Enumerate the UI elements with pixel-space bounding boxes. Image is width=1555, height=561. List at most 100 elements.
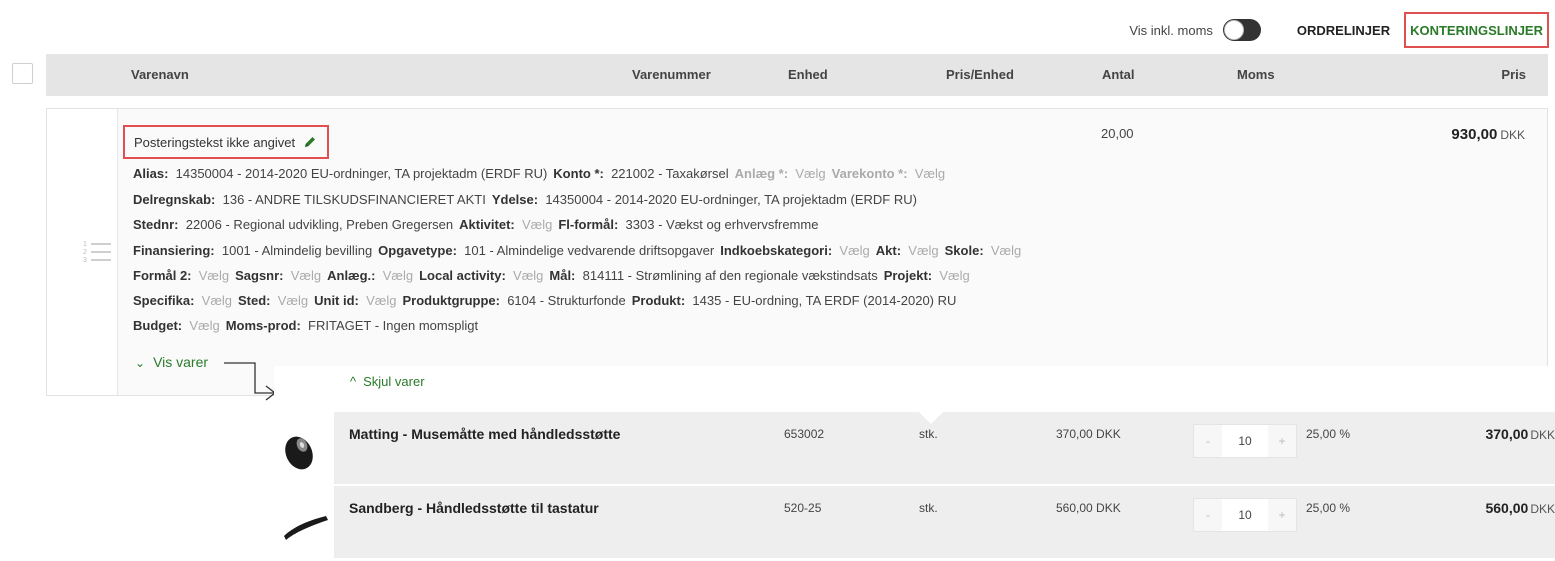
item-unit-price: 560,00 DKK	[1056, 501, 1121, 515]
table-header: Varenavn Varenummer Enhed Pris/Enhed Ant…	[46, 54, 1548, 96]
mousepad-icon	[285, 436, 313, 470]
vat-toggle-label: Vis inkl. moms	[1129, 22, 1213, 38]
select-all-checkbox[interactable]	[12, 63, 33, 84]
item-row: Sandberg - Håndledsstøtte til tastatur 5…	[274, 486, 1555, 558]
attribute-value: 22006 - Regional udvikling, Preben Grege…	[185, 217, 454, 232]
posting-text-field[interactable]: Posteringstekst ikke angivet	[123, 125, 330, 159]
header-name: Varenavn	[131, 67, 189, 82]
expanded-items-panel: ^ Skjul varer Matting - Musemåtte med hån…	[274, 366, 1555, 558]
item-name: Matting - Musemåtte med håndledsstøtte	[349, 426, 621, 442]
attribute-key: Ydelse:	[491, 192, 539, 207]
annotation-arrow-icon	[224, 362, 277, 401]
attribute-line: Stednr: 22006 - Regional udvikling, Preb…	[133, 217, 824, 232]
item-total: 560,00 DKK	[1485, 500, 1555, 516]
attribute-value: 1001 - Almindelig bevilling	[221, 243, 373, 258]
attribute-key: Alias:	[133, 166, 169, 181]
show-items-label: Vis varer	[153, 354, 209, 370]
attribute-value: FRITAGET - Ingen momspligt	[308, 318, 479, 333]
attribute-key: Delregnskab:	[133, 192, 216, 207]
attribute-key: Projekt:	[883, 268, 933, 283]
attribute-key: Budget:	[133, 318, 183, 333]
attribute-key: Sagsnr:	[235, 268, 284, 283]
attribute-key: Local activity:	[419, 268, 506, 283]
attribute-key: Aktivitet:	[459, 217, 515, 232]
item-row: Matting - Musemåtte med håndledsstøtte 6…	[274, 412, 1555, 484]
vat-toggle[interactable]	[1222, 19, 1261, 41]
attribute-select[interactable]: Vælg	[991, 243, 1021, 258]
item-vat: 25,00 %	[1306, 501, 1351, 515]
attribute-select[interactable]: Vælg	[278, 293, 308, 308]
header-unit: Enhed	[788, 67, 828, 82]
attribute-line: Delregnskab: 136 - ANDRE TILSKUDSFINANCI…	[133, 192, 923, 207]
attribute-select[interactable]: Vælg	[513, 268, 543, 283]
attribute-select[interactable]: Vælg	[939, 268, 969, 283]
attribute-select[interactable]: Vælg	[202, 293, 232, 308]
attribute-key: Finansiering:	[133, 243, 215, 258]
attribute-key: Moms-prod:	[225, 318, 301, 333]
attribute-key: Skole:	[944, 243, 984, 258]
tab-posting-lines[interactable]: KONTERINGSLINJER	[1404, 12, 1549, 48]
attribute-select[interactable]: Vælg	[366, 293, 396, 308]
posting-text-label: Posteringstekst ikke angivet	[134, 134, 296, 150]
attribute-value: 1435 - EU-ordning, TA ERDF (2014-2020) R…	[692, 293, 957, 308]
quantity-stepper: - 10 +	[1193, 498, 1297, 532]
attribute-select[interactable]: Vælg	[795, 166, 825, 181]
attribute-select[interactable]: Vælg	[915, 166, 945, 181]
attribute-value: 814111 - Strømlining af den regionale væ…	[582, 268, 878, 283]
item-name: Sandberg - Håndledsstøtte til tastatur	[349, 500, 599, 516]
item-unit: stk.	[919, 427, 938, 441]
decrement-button[interactable]: -	[1194, 425, 1222, 457]
product-thumbnail	[274, 412, 334, 484]
attribute-line: Finansiering: 1001 - Almindelig bevillin…	[133, 243, 1027, 258]
attribute-key: Opgavetype:	[378, 243, 457, 258]
item-vat: 25,00 %	[1306, 427, 1351, 441]
item-unit: stk.	[919, 501, 938, 515]
item-total-amount: 560,00	[1485, 500, 1529, 516]
posting-price-amount: 930,00	[1451, 126, 1498, 143]
hide-items-toggle[interactable]: ^ Skjul varer	[350, 374, 425, 389]
header-number: Varenummer	[632, 67, 711, 82]
item-total: 370,00 DKK	[1485, 426, 1555, 442]
item-total-currency: DKK	[1530, 502, 1555, 516]
quantity-input[interactable]: 10	[1222, 499, 1268, 531]
header-quantity: Antal	[1102, 67, 1135, 82]
quantity-stepper: - 10 +	[1193, 424, 1297, 458]
pointer-notch	[919, 412, 943, 424]
show-items-toggle[interactable]: ⌄ Vis varer	[135, 354, 208, 370]
pencil-icon[interactable]	[303, 135, 317, 149]
attribute-select[interactable]: Vælg	[383, 268, 413, 283]
increment-button[interactable]: +	[1268, 499, 1296, 531]
attribute-line: Formål 2: Vælg Sagsnr: Vælg Anlæg.: Vælg Lo…	[133, 268, 976, 283]
item-total-currency: DKK	[1530, 428, 1555, 442]
quantity-input[interactable]: 10	[1222, 425, 1268, 457]
hide-items-label: Skjul varer	[363, 374, 425, 389]
attribute-key: Formål 2:	[133, 268, 192, 283]
attribute-select[interactable]: Vælg	[189, 318, 219, 333]
attribute-key: Anlæg.:	[327, 268, 376, 283]
attribute-key: Indkoebskategori:	[720, 243, 833, 258]
attribute-key: Specifika:	[133, 293, 195, 308]
header-vat: Moms	[1237, 67, 1275, 82]
drag-handle-icon[interactable]: 1 2 3	[83, 240, 111, 264]
attribute-select[interactable]: Vælg	[522, 217, 552, 232]
attribute-key: Stednr:	[133, 217, 179, 232]
attribute-select[interactable]: Vælg	[291, 268, 321, 283]
header-unit-price: Pris/Enhed	[946, 67, 1014, 82]
product-thumbnail	[274, 486, 334, 558]
wrist-rest-icon	[284, 516, 328, 540]
posting-line-card: 1 2 3 Posteringstekst ikke angivet 20,00…	[46, 108, 1548, 396]
tab-order-lines[interactable]: ORDRELINJER	[1291, 14, 1396, 46]
attribute-key: Varekonto *:	[831, 166, 908, 181]
increment-button[interactable]: +	[1268, 425, 1296, 457]
posting-price-currency: DKK	[1500, 128, 1525, 142]
attribute-key: Sted:	[238, 293, 271, 308]
attribute-select[interactable]: Vælg	[839, 243, 869, 258]
item-number: 520-25	[784, 501, 822, 515]
attribute-select[interactable]: Vælg	[908, 243, 938, 258]
attribute-line: Alias: 14350004 - 2014-2020 EU-ordninger…	[133, 166, 951, 181]
attribute-select[interactable]: Vælg	[199, 268, 229, 283]
attribute-key: Fl-formål:	[558, 217, 619, 232]
decrement-button[interactable]: -	[1194, 499, 1222, 531]
chevron-up-icon: ^	[350, 374, 357, 389]
item-unit-price: 370,00 DKK	[1056, 427, 1121, 441]
